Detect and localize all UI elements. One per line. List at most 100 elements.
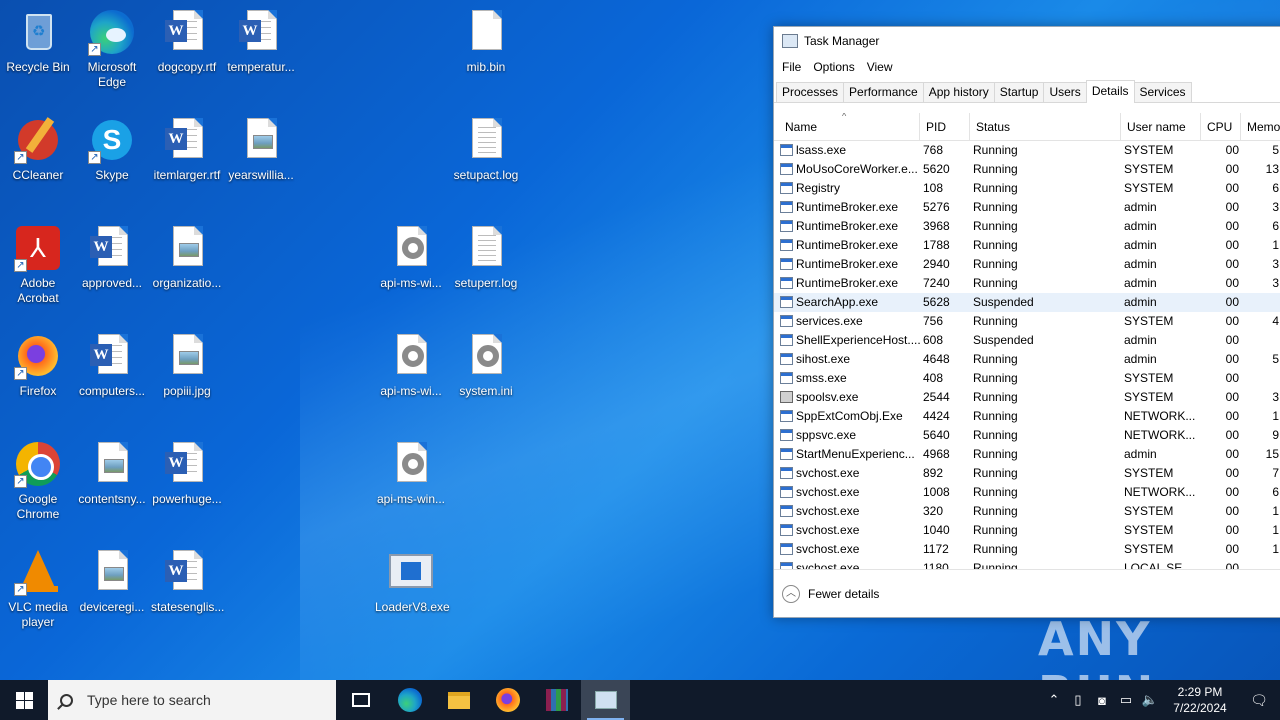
desktop-icon-firefox[interactable]: ↗ Firefox <box>0 332 76 399</box>
column-header-pid[interactable]: PID <box>920 113 970 141</box>
table-row[interactable]: RuntimeBroker.exe 1788 Running admin 00 1 <box>774 236 1280 255</box>
desktop-icon-popiii[interactable]: popiii.jpg <box>149 332 225 399</box>
task-manager-window[interactable]: Task Manager File Options View Processes… <box>773 26 1280 618</box>
table-row[interactable]: ShellExperienceHost.... 608 Suspended admin… <box>774 331 1280 350</box>
cell-mem: 1 <box>1241 407 1280 426</box>
desktop-icon-approved[interactable]: W approved... <box>74 224 150 291</box>
tab-processes[interactable]: Processes <box>776 82 845 102</box>
desktop-icon-api-ms-win[interactable]: api-ms-win... <box>373 440 449 507</box>
cell-text: Running <box>973 200 1018 214</box>
taskbar-file-explorer[interactable] <box>434 680 483 720</box>
cell-name: RuntimeBroker.exe <box>774 217 920 236</box>
desktop-icon-loaderv8[interactable]: LoaderV8.exe <box>373 548 450 615</box>
desktop-icon-setupact-log[interactable]: setupact.log <box>448 116 524 183</box>
desktop-icon-computers[interactable]: W computers... <box>74 332 150 399</box>
network-icon[interactable]: ▭ <box>1114 692 1138 708</box>
desktop-icon-mib-bin[interactable]: mib.bin <box>448 8 524 75</box>
desktop-icon-ccleaner[interactable]: ↗ CCleaner <box>0 116 76 183</box>
taskbar-firefox[interactable] <box>483 680 532 720</box>
tab-services[interactable]: Services <box>1133 82 1192 102</box>
desktop-icon-statesenglis[interactable]: W statesenglis... <box>149 548 225 615</box>
tab-details[interactable]: Details <box>1085 80 1135 103</box>
title-bar[interactable]: Task Manager <box>774 27 1280 55</box>
column-header-cpu[interactable]: CPU <box>1201 113 1241 141</box>
table-row[interactable]: MoUsoCoreWorker.e... 5620 Running SYSTEM 00 1… <box>774 160 1280 179</box>
table-row[interactable]: RuntimeBroker.exe 5276 Running admin 00 3 <box>774 198 1280 217</box>
desktop-icon-microsoft-edge[interactable]: ↗ Microsoft Edge <box>74 8 150 90</box>
desktop-icon-organizatio[interactable]: organizatio... <box>149 224 225 291</box>
menu-file[interactable]: File <box>776 60 807 74</box>
desktop-icon-dogcopy[interactable]: W dogcopy.rtf <box>149 8 225 75</box>
desktop-icon-temperatur[interactable]: W temperatur... <box>223 8 299 75</box>
table-row[interactable]: RuntimeBroker.exe 2940 Running admin 00 3 <box>774 255 1280 274</box>
cell-user: NETWORK... <box>1121 426 1201 445</box>
desktop-icon-recycle-bin[interactable]: Recycle Bin <box>0 8 76 75</box>
taskbar-search-box[interactable]: Type here to search <box>48 680 336 720</box>
cell-text: svchost.exe <box>796 504 860 518</box>
table-row[interactable]: smss.exe 408 Running SYSTEM 00 <box>774 369 1280 388</box>
table-header: ^ Name PID Status User name CPU Memo <box>774 113 1280 141</box>
clock[interactable]: 2:29 PM 7/22/2024 <box>1162 684 1238 716</box>
column-header-memory[interactable]: Memo <box>1241 113 1280 141</box>
desktop-icon-adobe-acrobat[interactable]: ⅄ ↗ Adobe Acrobat <box>0 224 76 306</box>
table-row[interactable]: svchost.exe 1172 Running SYSTEM 00 1 <box>774 540 1280 559</box>
table-row[interactable]: SearchApp.exe 5628 Suspended admin 00 <box>774 293 1280 312</box>
column-header-status[interactable]: Status <box>970 113 1121 141</box>
table-row[interactable]: SppExtComObj.Exe 4424 Running NETWORK... 00 1 <box>774 407 1280 426</box>
table-row[interactable]: svchost.exe 892 Running SYSTEM 00 7 <box>774 464 1280 483</box>
taskbar-edge[interactable] <box>385 680 434 720</box>
chevron-up-icon[interactable]: ︿ <box>782 584 800 603</box>
dll-file-icon <box>397 442 427 482</box>
desktop-icon-google-chrome[interactable]: ↗ Google Chrome <box>0 440 76 522</box>
cell-text: svchost.exe <box>796 542 860 556</box>
desktop-icon-powerhuge[interactable]: W powerhuge... <box>149 440 225 507</box>
chevron-up-icon[interactable]: ⌃ <box>1042 692 1066 708</box>
cell-text: 7240 <box>923 276 950 290</box>
taskbar-task-manager[interactable] <box>581 680 630 720</box>
table-row[interactable]: svchost.exe 1008 Running NETWORK... 00 6 <box>774 483 1280 502</box>
desktop-icon-api-ms-wi-2[interactable]: api-ms-wi... <box>373 332 449 399</box>
table-row[interactable]: RuntimeBroker.exe 3968 Running admin 00 6 <box>774 217 1280 236</box>
table-row[interactable]: services.exe 756 Running SYSTEM 00 4 <box>774 312 1280 331</box>
notification-icon[interactable]: 🗨 <box>1238 692 1280 709</box>
webcam-icon[interactable]: ◙ <box>1090 693 1114 708</box>
desktop-icon-yearswillia[interactable]: yearswillia... <box>223 116 299 183</box>
volume-icon[interactable]: 🔈 <box>1138 692 1162 708</box>
desktop-icon-itemlarger[interactable]: W itemlarger.rtf <box>149 116 225 183</box>
cell-pid: 5640 <box>920 426 970 445</box>
task-view-button[interactable] <box>336 680 385 720</box>
desktop-icon-setuperr-log[interactable]: setuperr.log <box>448 224 524 291</box>
desktop-icon-vlc[interactable]: ↗ VLC media player <box>0 548 76 630</box>
table-row[interactable]: svchost.exe 1040 Running SYSTEM 00 1 <box>774 521 1280 540</box>
tablet-icon[interactable]: ▯ <box>1066 692 1090 708</box>
taskbar-winrar[interactable] <box>532 680 581 720</box>
desktop-icon-api-ms-wi-1[interactable]: api-ms-wi... <box>373 224 449 291</box>
cell-text: 00 <box>1225 219 1239 233</box>
menu-options[interactable]: Options <box>807 60 860 74</box>
column-header-user-name[interactable]: User name <box>1121 113 1201 141</box>
column-header-name[interactable]: ^ Name <box>774 113 920 141</box>
desktop-icon-skype[interactable]: S ↗ Skype <box>74 116 150 183</box>
table-row[interactable]: lsass.exe 768 Running SYSTEM 00 5 <box>774 141 1280 160</box>
desktop-icon-deviceregi[interactable]: deviceregi... <box>74 548 150 615</box>
desktop-icon-contentsny[interactable]: contentsny... <box>74 440 150 507</box>
table-row[interactable]: spoolsv.exe 2544 Running SYSTEM 00 3 <box>774 388 1280 407</box>
cell-user: admin <box>1121 293 1201 312</box>
table-row[interactable]: svchost.exe 1180 Running LOCAL SE... 00 <box>774 559 1280 569</box>
table-row[interactable]: sihost.exe 4648 Running admin 00 5 <box>774 350 1280 369</box>
table-row[interactable]: svchost.exe 320 Running SYSTEM 00 1 <box>774 502 1280 521</box>
table-row[interactable]: StartMenuExperienc... 4968 Running admin 00 1… <box>774 445 1280 464</box>
tab-users[interactable]: Users <box>1043 82 1087 102</box>
table-row[interactable]: RuntimeBroker.exe 7240 Running admin 00 3 <box>774 274 1280 293</box>
fewer-details-link[interactable]: Fewer details <box>808 587 879 601</box>
start-button[interactable] <box>0 680 48 720</box>
tab-startup[interactable]: Startup <box>993 82 1045 102</box>
menu-view[interactable]: View <box>861 60 899 74</box>
tab-performance[interactable]: Performance <box>843 82 924 102</box>
cell-mem: 5 <box>1241 141 1280 160</box>
cell-cpu: 00 <box>1201 198 1241 217</box>
table-row[interactable]: Registry 108 Running SYSTEM 00 6 <box>774 179 1280 198</box>
tab-app-history[interactable]: App history <box>922 82 995 102</box>
table-row[interactable]: sppsvc.exe 5640 Running NETWORK... 00 9 <box>774 426 1280 445</box>
desktop-icon-system-ini[interactable]: system.ini <box>448 332 524 399</box>
